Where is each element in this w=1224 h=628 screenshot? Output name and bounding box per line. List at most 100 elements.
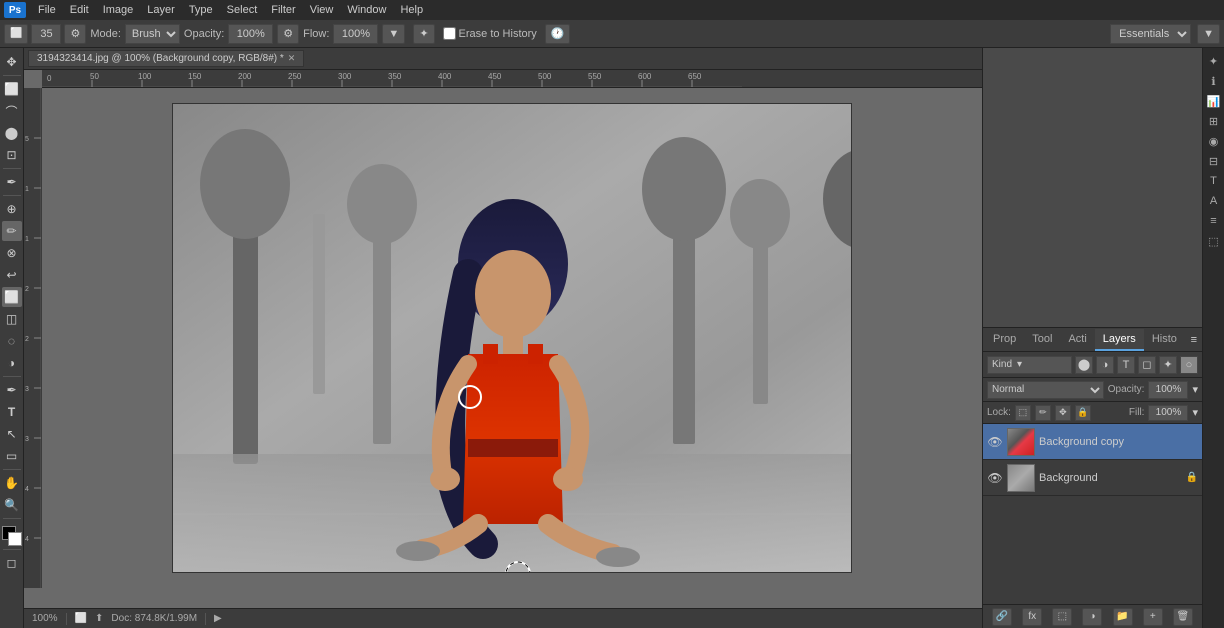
background-color[interactable] (8, 532, 22, 546)
dodge-tool[interactable]: ◑ (2, 353, 22, 373)
layer-item-background[interactable]: 👁 Background 🔒 (983, 460, 1202, 496)
menu-image[interactable]: Image (97, 3, 140, 17)
svg-text:450: 450 (488, 72, 502, 81)
layer-filter-smart-btn[interactable]: ✦ (1159, 356, 1177, 374)
eyedropper-tool[interactable]: ✒ (2, 172, 22, 192)
tool-divider-2 (3, 168, 21, 169)
far-right-btn-8[interactable]: ≡ (1205, 212, 1223, 230)
hand-tool[interactable]: ✋ (2, 473, 22, 493)
brush-options-btn[interactable]: ⚙ (64, 24, 86, 44)
layer-thumbnail-background-copy (1007, 428, 1035, 456)
far-right-btn-2[interactable]: ℹ (1205, 72, 1223, 90)
far-right-btn-1[interactable]: ✦ (1205, 52, 1223, 70)
layer-filter-toggle[interactable]: ○ (1180, 356, 1198, 374)
gradient-tool[interactable]: ◫ (2, 309, 22, 329)
menu-edit[interactable]: Edit (64, 3, 95, 17)
menu-window[interactable]: Window (341, 3, 392, 17)
delete-layer-btn[interactable]: 🗑 (1173, 608, 1193, 626)
blending-mode-select[interactable]: Normal (987, 381, 1104, 399)
zoom-tool[interactable]: 🔍 (2, 495, 22, 515)
lock-all-btn[interactable]: 🔒 (1075, 405, 1091, 421)
shape-tool[interactable]: ▭ (2, 446, 22, 466)
workspace-options-btn[interactable]: ▼ (1197, 24, 1220, 44)
quick-mask-btn[interactable]: ◻ (2, 553, 22, 573)
brush-tool[interactable]: ✏ (2, 221, 22, 241)
lasso-tool[interactable]: ⌒ (2, 101, 22, 121)
lock-transparent-btn[interactable]: ⬚ (1015, 405, 1031, 421)
lock-position-btn[interactable]: ✥ (1055, 405, 1071, 421)
flow-options-btn[interactable]: ▼ (382, 24, 405, 44)
history-btn[interactable]: 🕐 (545, 24, 571, 44)
document-tab-close[interactable]: ✕ (288, 53, 296, 64)
menu-select[interactable]: Select (221, 3, 264, 17)
document-tab[interactable]: 3194323414.jpg @ 100% (Background copy, … (28, 50, 304, 67)
layer-visibility-background-copy[interactable]: 👁 (987, 434, 1003, 450)
tab-tool[interactable]: Tool (1024, 329, 1060, 351)
color-swatches[interactable] (2, 526, 22, 546)
far-right-btn-4[interactable]: ⊞ (1205, 112, 1223, 130)
far-right-btn-5[interactable]: ⊟ (1205, 152, 1223, 170)
path-selection-tool[interactable]: ↖ (2, 424, 22, 444)
rectangular-marquee-tool[interactable]: ⬜ (2, 79, 22, 99)
tab-histo[interactable]: Histo (1144, 329, 1185, 351)
healing-brush-tool[interactable]: ⊕ (2, 199, 22, 219)
opacity-dropdown-icon[interactable]: ▾ (1192, 383, 1198, 396)
menu-view[interactable]: View (304, 3, 340, 17)
layer-filter-pixel-btn[interactable]: ⬤ (1075, 356, 1093, 374)
tab-layers[interactable]: Layers (1095, 329, 1144, 351)
tab-prop[interactable]: Prop (985, 329, 1024, 351)
far-right-btn-9[interactable]: ⬚ (1205, 232, 1223, 250)
pen-tool[interactable]: ✒ (2, 380, 22, 400)
add-layer-style-btn[interactable]: fx (1022, 608, 1042, 626)
workspace-select[interactable]: Essentials (1110, 24, 1191, 44)
brush-size-input[interactable]: 35 (31, 24, 61, 44)
menu-filter[interactable]: Filter (265, 3, 301, 17)
menu-type[interactable]: Type (183, 3, 219, 17)
fill-dropdown-icon[interactable]: ▾ (1192, 406, 1198, 419)
blur-tool[interactable]: ◌ (2, 331, 22, 351)
far-right-btn-3[interactable]: 📊 (1205, 92, 1223, 110)
type-tool[interactable]: T (2, 402, 22, 422)
mode-select[interactable]: Brush (125, 24, 180, 44)
panel-menu-icon[interactable]: ≡ (1185, 331, 1203, 349)
eraser-tool[interactable]: ⬜ (2, 287, 22, 307)
far-right-color-wheel[interactable]: ◉ (1205, 132, 1223, 150)
document-canvas[interactable] (42, 88, 982, 588)
far-right-btn-7[interactable]: A (1205, 192, 1223, 210)
add-mask-btn[interactable]: ⬚ (1052, 608, 1072, 626)
layers-kind-dropdown-icon[interactable]: ▾ (1017, 359, 1022, 370)
opacity-input[interactable]: 100% (228, 24, 273, 44)
clone-stamp-tool[interactable]: ⊗ (2, 243, 22, 263)
history-brush-tool[interactable]: ↩ (2, 265, 22, 285)
far-right-panel: ✦ ℹ 📊 ⊞ ◉ ⊟ T A ≡ ⬚ (1202, 48, 1224, 628)
airbrush-btn[interactable]: ✦ (413, 24, 434, 44)
play-btn[interactable]: ▶ (214, 613, 222, 624)
menu-help[interactable]: Help (394, 3, 429, 17)
far-right-btn-6[interactable]: T (1205, 172, 1223, 190)
canvas-image[interactable] (172, 103, 852, 573)
opacity-value-input[interactable]: 100% (1148, 381, 1188, 399)
quick-selection-tool[interactable]: ⬤ (2, 123, 22, 143)
flow-input[interactable]: 100% (333, 24, 378, 44)
fill-value-input[interactable]: 100% (1148, 405, 1188, 421)
move-tool[interactable]: ✥ (2, 52, 22, 72)
add-group-btn[interactable]: 📁 (1113, 608, 1133, 626)
brush-preset-picker[interactable]: ⬜ (4, 24, 28, 44)
new-layer-btn[interactable]: + (1143, 608, 1163, 626)
erase-to-history-label[interactable]: Erase to History (443, 27, 537, 40)
layer-filter-adjust-btn[interactable]: ◑ (1096, 356, 1114, 374)
layer-filter-type-btn[interactable]: T (1117, 356, 1135, 374)
layer-item-background-copy[interactable]: 👁 Background copy (983, 424, 1202, 460)
crop-tool[interactable]: ⊡ (2, 145, 22, 165)
add-adjustment-btn[interactable]: ◑ (1082, 608, 1102, 626)
link-layers-btn[interactable]: 🔗 (992, 608, 1012, 626)
lock-pixels-btn[interactable]: ✏ (1035, 405, 1051, 421)
tab-acti[interactable]: Acti (1060, 329, 1094, 351)
opacity-options-btn[interactable]: ⚙ (277, 24, 299, 44)
menu-file[interactable]: File (32, 3, 62, 17)
layers-kind-filter[interactable]: Kind ▾ (987, 356, 1072, 374)
layer-filter-shape-btn[interactable]: ◻ (1138, 356, 1156, 374)
menu-layer[interactable]: Layer (141, 3, 181, 17)
layer-visibility-background[interactable]: 👁 (987, 470, 1003, 486)
erase-to-history-checkbox[interactable] (443, 27, 456, 40)
